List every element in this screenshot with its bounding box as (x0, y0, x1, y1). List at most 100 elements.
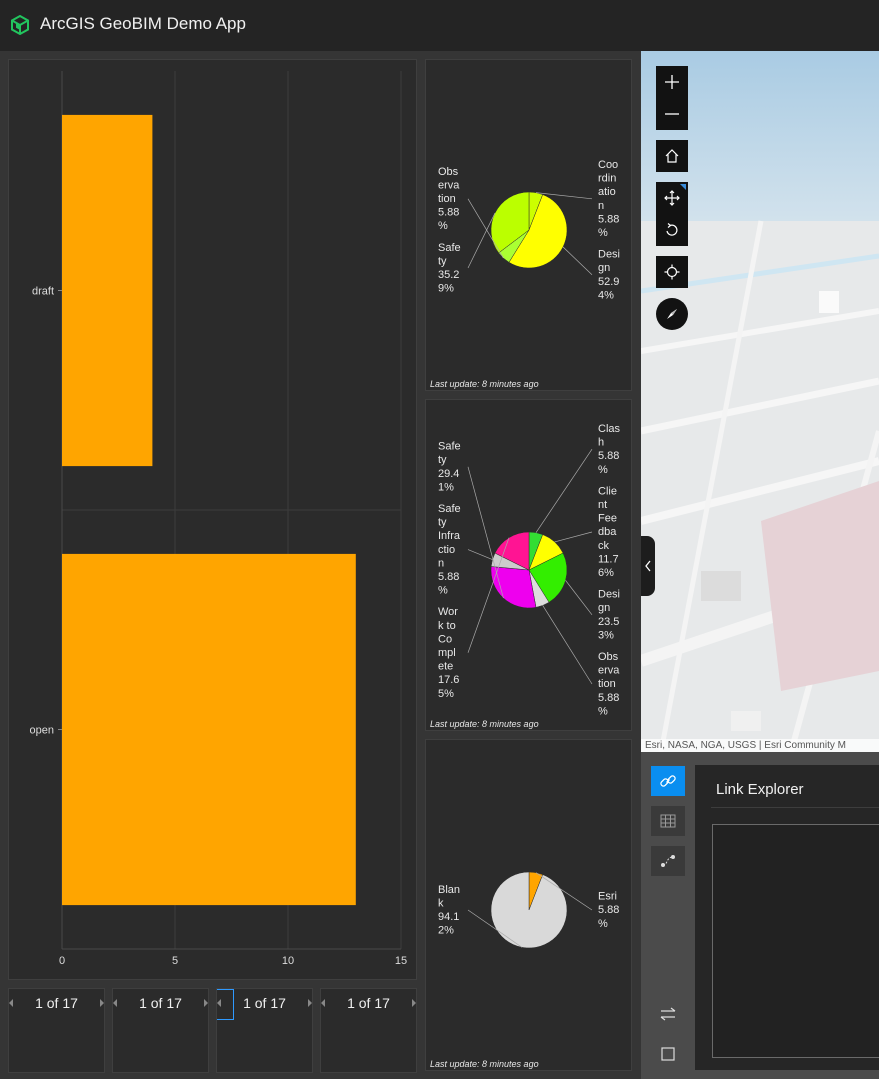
rotate-button[interactable] (656, 214, 688, 246)
last-update-text: Last update: 8 minutes ago (430, 379, 539, 389)
link-button[interactable] (651, 766, 685, 796)
link-explorer-panel: Link Explorer (695, 765, 879, 1070)
pie-label-line: tion (598, 678, 616, 690)
pie-label-line: Infra (438, 530, 461, 542)
pager-1[interactable]: 1 of 17 (8, 988, 105, 1073)
pie-label-line: 5.88 (438, 207, 459, 219)
pie-label-line: mpl (438, 647, 456, 659)
x-tick-label: 5 (172, 955, 178, 967)
pie-label-line: % (598, 705, 608, 717)
last-update-text: Last update: 8 minutes ago (430, 1059, 539, 1069)
pie-label-line: Safe (438, 242, 461, 254)
compass-button[interactable] (656, 298, 688, 330)
pie-label-line: Clie (598, 485, 617, 497)
table-button[interactable] (651, 806, 685, 836)
pie-label-line: erva (438, 179, 460, 191)
pie-label-line: n (598, 200, 604, 212)
compass-icon (667, 309, 677, 319)
pan-icon (664, 190, 680, 206)
pie-chart-panel-1: Coo rdin atio n 5.88% Desi gn 52.9 4% Obs erva tion… (425, 59, 632, 391)
page-indicator: 1 of 17 (35, 995, 78, 1011)
divider (711, 807, 879, 808)
pie-label-line: 5.88 (598, 692, 619, 704)
next-arrow-icon[interactable] (204, 999, 208, 1007)
pan-button[interactable] (656, 182, 688, 214)
rotate-icon (666, 223, 678, 236)
next-arrow-icon[interactable] (412, 999, 416, 1007)
bar-open[interactable] (62, 553, 356, 906)
pager-3[interactable]: 1 of 17 (216, 988, 313, 1073)
pie-label-line: Coo (598, 159, 618, 171)
y-tick-label: open (30, 725, 54, 737)
pie-label-line: n (438, 557, 444, 569)
pie-label-line: Desi (598, 589, 620, 601)
link-explorer-title: Link Explorer (716, 781, 804, 798)
next-arrow-icon[interactable] (308, 999, 312, 1007)
map-attribution: Esri, NASA, NGA, USGS | Esri Community M (641, 739, 879, 752)
pie-label-line: % (438, 220, 448, 232)
pie-label-line: Safe (438, 441, 461, 453)
zoom-out-button[interactable] (656, 97, 688, 130)
pie-chart-panel-2: Clas h 5.88% Clie nt Fee dba ck 11.7 6% Desi gn 23.5… (425, 399, 632, 731)
page-indicator: 1 of 17 (139, 995, 182, 1011)
expand-button[interactable] (651, 1039, 685, 1069)
status-bar-chart: 0 5 10 15 draft open (30, 71, 407, 967)
table-icon (660, 814, 676, 828)
pie-label-line: k (438, 897, 444, 909)
pie-label-line: Co (438, 633, 452, 645)
pie-leader-line (542, 605, 593, 685)
y-tick-label: draft (32, 286, 54, 298)
x-tick-label: 0 (59, 955, 65, 967)
pie-label-line: erva (598, 665, 620, 677)
pie-label-line: Blan (438, 884, 460, 896)
link-explorer-content[interactable] (712, 824, 879, 1058)
route-icon (661, 855, 675, 867)
widget-toolbar (641, 752, 695, 1079)
pie-chart-panel-3: Esri 5.88% Blan k 94.1 2% Last update: 8 minu… (425, 739, 632, 1071)
pie-label-line: Desi (598, 249, 620, 261)
pie-slice[interactable] (490, 871, 568, 949)
pie-label-line: atio (598, 186, 616, 198)
pie-leader-line (535, 449, 593, 533)
pie-label-line: 4% (598, 289, 614, 301)
zoom-in-button[interactable] (656, 66, 688, 97)
pie-leader-line (565, 580, 593, 616)
pie-leader-line (562, 246, 593, 276)
pie-label-line: 52.9 (598, 276, 619, 288)
next-arrow-icon[interactable] (100, 999, 104, 1007)
pie-label-line: rdin (598, 173, 616, 185)
pie-label-line: 5.88 (598, 904, 619, 916)
swap-button[interactable] (651, 999, 685, 1029)
pager-2[interactable]: 1 of 17 (112, 988, 209, 1073)
pie-label-line: dba (598, 526, 617, 538)
pie-label-line: 2% (438, 925, 454, 937)
pie-label-line: Safe (438, 503, 461, 515)
pie-label-line: ck (598, 540, 610, 552)
pie-label-line: ty (438, 255, 447, 267)
pie-label-line: 23.5 (598, 616, 619, 628)
pie-label-line: % (438, 585, 448, 597)
pie-label-line: ete (438, 661, 453, 673)
pie-label-line: 1% (438, 481, 454, 493)
x-tick-label: 10 (282, 955, 294, 967)
panel-collapse-button[interactable] (641, 536, 655, 596)
plus-icon (665, 74, 679, 89)
route-button[interactable] (651, 846, 685, 876)
pie-label-line: Obs (598, 651, 619, 663)
map-view[interactable]: Esri, NASA, NGA, USGS | Esri Community M (641, 51, 879, 752)
pie-label-line: gn (598, 262, 610, 274)
pager-4[interactable]: 1 of 17 (320, 988, 417, 1073)
bar-draft[interactable] (62, 114, 153, 467)
locate-button[interactable] (656, 256, 688, 288)
pie-label-line: gn (598, 602, 610, 614)
locate-icon (664, 264, 680, 280)
home-button[interactable] (656, 140, 688, 172)
pie-chart-2: Clash5.88%ClientFeedback11.76%Design23.5… (438, 423, 621, 717)
pie-label-line: Obs (438, 166, 459, 178)
pie-label-line: nt (598, 499, 607, 511)
chevron-left-icon (645, 560, 651, 572)
pie-label-line: % (598, 227, 608, 239)
pie-slice[interactable] (490, 566, 537, 609)
pie-label-line: Wor (438, 606, 458, 618)
page-indicator: 1 of 17 (347, 995, 390, 1011)
